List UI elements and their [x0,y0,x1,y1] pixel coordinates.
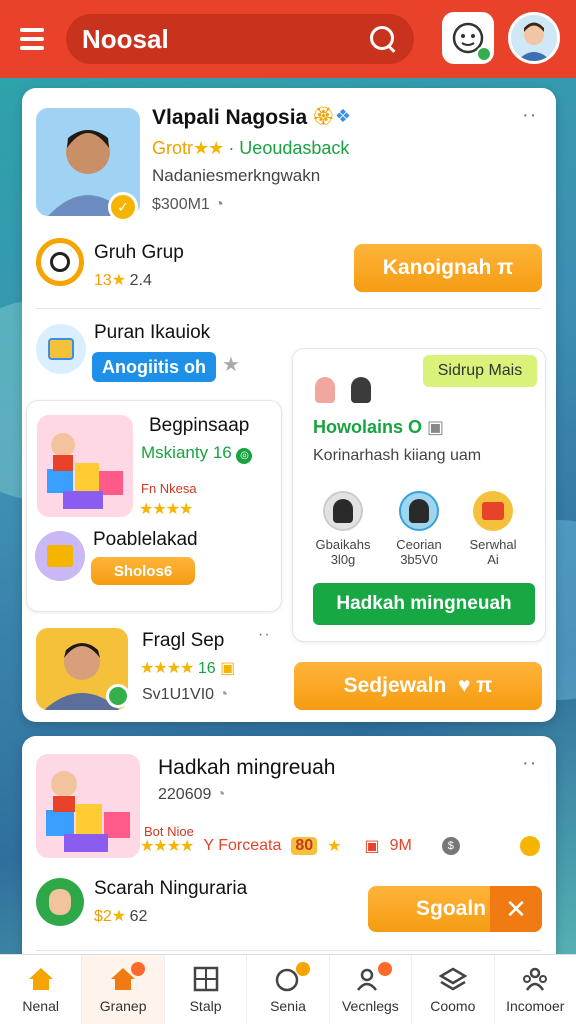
main-feed-card: ✓ Vlapali Nagosia 🏵❖ ·· Grotr★★ · Ueouda… [22,88,556,722]
group-action-button[interactable]: Kanoignah π [354,244,542,292]
second-title: Hadkah mingreuah [158,756,336,779]
group-search-icon[interactable] [36,238,84,286]
star-icon: ★ [222,354,240,376]
nav-item-granep[interactable]: Granep [82,955,165,1024]
person-avatar-icon [323,491,363,531]
badge-icons: 🏵❖ [312,106,351,126]
fragl-more-icon[interactable]: ·· [258,626,271,644]
divider [36,950,542,951]
begin-subtitle: Mskianty 16 ◎ [141,443,253,464]
gift-icon [473,491,513,531]
begin-tag: Fn Nkesa [141,481,197,496]
bottom-navigation: Nenal Granep Stalp Senia Vecnlegs Coomo … [0,954,576,1024]
toy-blocks-icon [47,433,123,509]
profile-tagline: Grotr★★ · Ueoudasback [152,138,350,158]
nav-label: Incomoer [506,997,565,1014]
person-3[interactable]: Serwhal Ai [461,491,525,567]
person-name: Gbaikahs [315,537,371,552]
more-options-icon[interactable]: ·· [522,104,537,127]
right-panel: Sidrup Mais Howolains O ▣ Korinarhash ki… [292,348,546,642]
fragl-card[interactable]: Fragl Sep ·· ★★★★ 16 ▣ Sv1U1VI0 ◔ [26,614,286,714]
avatar-icon [511,15,557,61]
team-icon [523,967,548,991]
possible-title: Poablelakad [93,529,198,550]
nav-item-home[interactable]: Nenal [0,955,83,1024]
arrow-icon: π [476,674,493,697]
arrow-icon: π [497,256,514,279]
nav-item-vecnlegs[interactable]: Vecnlegs [330,955,413,1024]
possible-icon [35,531,85,581]
nav-item-senia[interactable]: Senia [247,955,330,1024]
person-1[interactable]: Gbaikahs 3l0g [311,491,375,567]
group-rating: 13★ 2.4 [94,272,152,289]
possible-chip[interactable]: Sholos6 [91,557,195,585]
second-action-button[interactable]: Sgoaln ✕ [368,886,542,932]
second-user-name: Scarah Ninguraria [94,878,248,899]
chat-icon [274,961,310,992]
nav-label: Senia [270,997,306,1014]
purchase-icon[interactable] [36,324,86,374]
toy-blocks-image[interactable] [36,754,140,858]
online-status-dot [476,46,492,62]
profile-description: Nadaniesmerkngwakn [152,166,321,185]
home-badge-icon [109,961,146,992]
toy-blocks-image [37,415,133,517]
panel-action-button[interactable]: Hadkah mingneuah [313,583,535,625]
nav-item-stalp[interactable]: Stalp [165,955,248,1024]
person-sub: 3b5V0 [400,552,438,567]
heart-icon: ♥ [457,674,471,697]
second-feed-card: Hadkah mingreuah ·· 220609 ◔ Bot Nioe ★★… [22,736,556,966]
fragl-verified-icon [106,684,130,708]
search-icon[interactable] [368,24,398,54]
app-header: Noosal [0,0,576,78]
nav-item-coomo[interactable]: Coomo [412,955,495,1024]
nav-item-incomoer[interactable]: Incomoer [495,955,576,1024]
fragl-meta: Sv1U1VI0 ◔ [142,686,229,703]
grid-icon [193,966,218,991]
home-icon [28,967,53,990]
people-icon [356,961,393,992]
nav-label: Nenal [22,997,59,1014]
layers-icon [438,967,467,990]
second-stats: ★★★★ Y Forceata 80 ★ ▣ 9M $ [140,836,540,856]
begin-title: Begpinsaap [149,415,250,436]
divider [36,308,542,309]
begin-card[interactable]: Begpinsaap Mskianty 16 ◎ Fn Nkesa ★★★★ P… [26,400,282,612]
fragl-rating: ★★★★ 16 ▣ [140,660,236,677]
user-avatar[interactable] [508,12,560,64]
search-bar[interactable]: Noosal [66,14,414,64]
person-2[interactable]: Ceorian 3b5V0 [387,491,451,567]
panel-description: Korinarhash kiiang uam [313,447,482,464]
person-avatar-icon [399,491,439,531]
profile-meta: $300M1 ◔ [152,196,224,213]
person-sub: Ai [487,552,499,567]
nav-label: Stalp [189,997,222,1014]
second-more-icon[interactable]: ·· [522,752,537,775]
close-icon[interactable]: ✕ [490,886,542,932]
fragl-action-button[interactable]: Sedjewaln ♥ π [294,662,542,710]
toy-blocks-icon [46,771,130,852]
panel-title: Howolains O ▣ [313,417,445,437]
purchase-chip[interactable]: Anogiitis oh [92,352,216,382]
user-avatar-icon[interactable] [36,878,84,926]
fragl-title: Fragl Sep [142,630,225,651]
person-sub: 3l0g [330,552,356,567]
nav-label: Granep [99,997,147,1014]
begin-stars: ★★★★ [139,501,193,518]
nav-label: Coomo [430,997,476,1014]
face-icon-button[interactable] [442,12,494,64]
profile-name: Vlapali Nagosia [152,106,308,129]
group-title: Gruh Grup [94,242,184,263]
second-meta: 220609 ◔ [158,786,226,803]
nav-label: Vecnlegs [341,997,399,1014]
people-icons [315,377,372,409]
person-name: Serwhal [469,537,517,552]
verified-icon: ✓ [108,192,138,222]
person-name: Ceorian [396,537,442,552]
panel-badge: Sidrup Mais [423,355,537,387]
purchase-title: Puran Ikauiok [94,322,211,343]
menu-icon[interactable] [14,21,50,57]
app-brand: Noosal [82,23,169,54]
second-user-rating: $2★ 62 [94,908,148,925]
